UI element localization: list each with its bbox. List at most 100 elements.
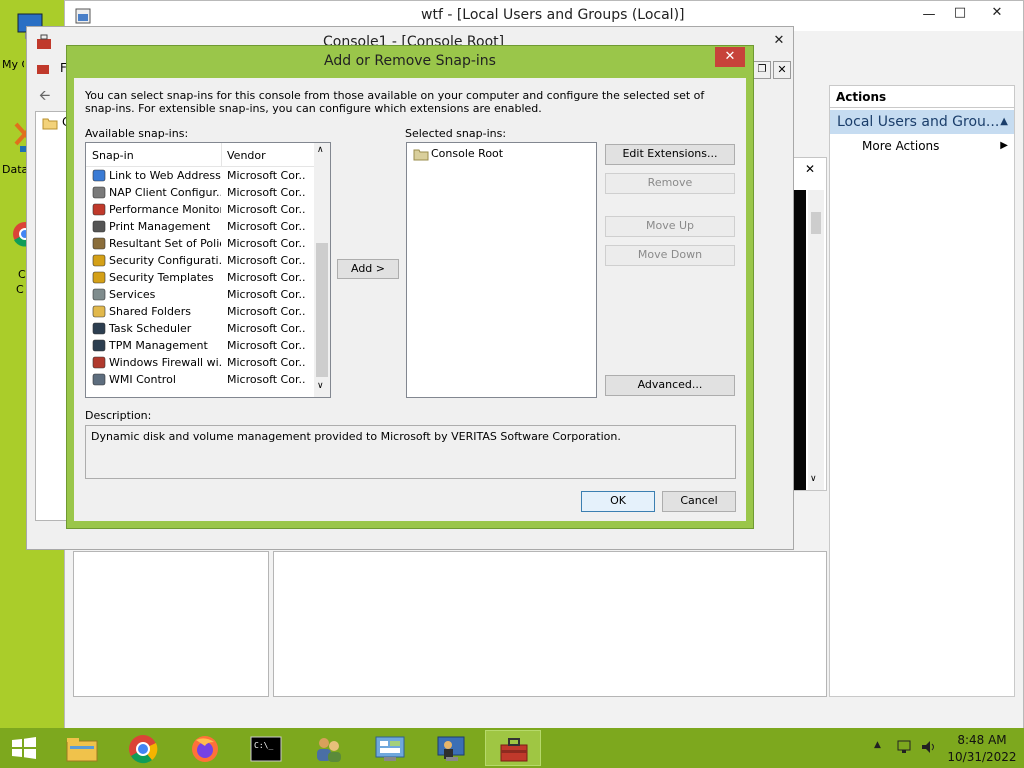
network-icon[interactable]	[896, 739, 914, 755]
available-row[interactable]: Shared Folders Microsoft Cor...	[86, 303, 314, 320]
available-scrollbar[interactable]: ∧ ∨	[314, 143, 330, 397]
clock-time[interactable]: 8:48 AM	[942, 733, 1022, 747]
snapin-vendor: Microsoft Cor...	[227, 322, 305, 335]
more-actions-item[interactable]: More Actions ▶	[830, 136, 1014, 156]
description-box: Dynamic disk and volume management provi…	[85, 425, 736, 479]
fragment-close-icon[interactable]: ✕	[794, 158, 826, 180]
file-explorer-icon	[66, 738, 98, 762]
available-row[interactable]: Services Microsoft Cor...	[86, 286, 314, 303]
back-arrow-icon[interactable]: 🡨	[39, 85, 50, 109]
available-rows: Link to Web Address Microsoft Cor... NAP C…	[86, 167, 314, 395]
column-header-vendor[interactable]: Vendor	[227, 149, 266, 162]
taskbar-firefox[interactable]	[177, 730, 233, 766]
snapin-vendor: Microsoft Cor...	[227, 271, 305, 284]
available-snapins-list[interactable]: Snap-in Vendor Link to Web Address Micros…	[85, 142, 331, 398]
nap-client-icon	[92, 186, 106, 199]
available-row[interactable]: Print Management Microsoft Cor...	[86, 218, 314, 235]
snapin-name: Security Configurati...	[109, 254, 221, 267]
performance-monitor-icon	[92, 203, 106, 216]
scroll-down-icon[interactable]: ∨	[810, 474, 817, 484]
add-button[interactable]: Add >	[337, 259, 399, 279]
description-label: Description:	[85, 409, 152, 422]
selected-snapins-list[interactable]: Console Root	[406, 142, 597, 398]
start-button[interactable]	[0, 728, 48, 768]
advanced-button[interactable]: Advanced...	[605, 375, 735, 396]
description-text: Dynamic disk and volume management provi…	[91, 430, 621, 443]
available-row[interactable]: Performance Monitor Microsoft Cor...	[86, 201, 314, 218]
snapin-name: TPM Management	[109, 339, 208, 352]
available-row[interactable]: TPM Management Microsoft Cor...	[86, 337, 314, 354]
snapin-name: Print Management	[109, 220, 211, 233]
available-row[interactable]: WMI Control Microsoft Cor...	[86, 371, 314, 388]
selected-row-console-root[interactable]: Console Root	[411, 145, 521, 162]
restore-icon[interactable]: ❐	[753, 61, 771, 79]
cmd-icon: C:\_	[250, 736, 282, 762]
available-row[interactable]: Resultant Set of Policy Microsoft Cor...	[86, 235, 314, 252]
printer-icon	[92, 220, 106, 233]
column-divider[interactable]	[221, 143, 222, 167]
remove-button[interactable]: Remove	[605, 173, 735, 194]
main-maximize-button[interactable]: □	[946, 3, 974, 23]
snapin-name: WMI Control	[109, 373, 176, 386]
snapin-name: Task Scheduler	[109, 322, 192, 335]
actions-header: Actions	[830, 86, 1014, 108]
mdi-close-icon[interactable]: ✕	[773, 61, 791, 79]
toolbox-icon	[37, 34, 51, 49]
selected-item-label: Console Root	[431, 147, 504, 160]
available-row[interactable]: Security Configurati... Microsoft Cor...	[86, 252, 314, 269]
fragment-scrollbar[interactable]: ∨	[808, 190, 824, 490]
available-row[interactable]: Security Templates Microsoft Cor...	[86, 269, 314, 286]
security-config-icon	[92, 254, 106, 267]
wmi-icon	[92, 373, 106, 386]
main-close-button[interactable]: ✕	[983, 3, 1011, 23]
edit-extensions-button[interactable]: Edit Extensions...	[605, 144, 735, 165]
cancel-button[interactable]: Cancel	[662, 491, 736, 512]
taskbar: C:\_ ▲ 8:48 AM 10/31/2022	[0, 728, 1024, 768]
users-icon	[317, 738, 341, 762]
actions-section-label: Local Users and Grou...	[837, 114, 1000, 130]
move-up-button[interactable]: Move Up	[605, 216, 735, 237]
console1-close-button[interactable]: ✕	[765, 31, 793, 51]
volume-icon[interactable]	[920, 739, 938, 755]
policy-icon	[92, 237, 106, 250]
main-minimize-button[interactable]: —	[915, 5, 943, 25]
taskbar-mmc[interactable]	[485, 730, 541, 766]
snapin-vendor: Microsoft Cor...	[227, 356, 305, 369]
snapin-name: Link to Web Address	[109, 169, 221, 182]
tray-overflow-icon[interactable]: ▲	[874, 740, 881, 750]
link-icon	[92, 169, 106, 182]
chrome-icon	[129, 735, 158, 764]
firewall-icon	[92, 356, 106, 369]
remote-desktop-icon	[437, 736, 465, 761]
main-window-title: wtf - [Local Users and Groups (Local)]	[421, 7, 685, 23]
available-row[interactable]: Windows Firewall wi... Microsoft Cor...	[86, 354, 314, 371]
available-row[interactable]: Link to Web Address Microsoft Cor...	[86, 167, 314, 184]
taskbar-users[interactable]	[300, 730, 356, 766]
available-row[interactable]: NAP Client Configur... Microsoft Cor...	[86, 184, 314, 201]
move-down-button[interactable]: Move Down	[605, 245, 735, 266]
add-remove-snapins-dialog: Add or Remove Snap-ins ✕ You can select …	[66, 45, 754, 529]
clock-date[interactable]: 10/31/2022	[942, 750, 1022, 764]
taskbar-file-explorer[interactable]	[54, 730, 110, 766]
snapin-vendor: Microsoft Cor...	[227, 220, 305, 233]
available-row[interactable]: Task Scheduler Microsoft Cor...	[86, 320, 314, 337]
snapin-name: Resultant Set of Policy	[109, 237, 221, 250]
available-scroll-thumb[interactable]	[316, 243, 328, 377]
taskbar-chrome[interactable]	[115, 730, 171, 766]
taskbar-cmd[interactable]: C:\_	[238, 730, 294, 766]
taskbar-control-panel[interactable]	[362, 730, 418, 766]
actions-section-local-users[interactable]: Local Users and Grou... ▲	[830, 110, 1014, 134]
shared-folder-icon	[92, 305, 106, 318]
ok-button[interactable]: OK	[581, 491, 655, 512]
scroll-down-icon[interactable]: ∨	[317, 381, 324, 391]
snapin-name: Performance Monitor	[109, 203, 221, 216]
taskbar-remote-desktop[interactable]	[424, 730, 480, 766]
dialog-close-button[interactable]: ✕	[715, 47, 745, 67]
column-header-snapin[interactable]: Snap-in	[92, 149, 134, 162]
snapin-vendor: Microsoft Cor...	[227, 288, 305, 301]
folder-icon	[42, 118, 58, 130]
submenu-arrow-icon: ▶	[1000, 140, 1008, 151]
control-panel-icon	[375, 736, 405, 761]
fragment-scroll-thumb[interactable]	[811, 212, 821, 234]
scroll-up-icon[interactable]: ∧	[317, 145, 324, 155]
